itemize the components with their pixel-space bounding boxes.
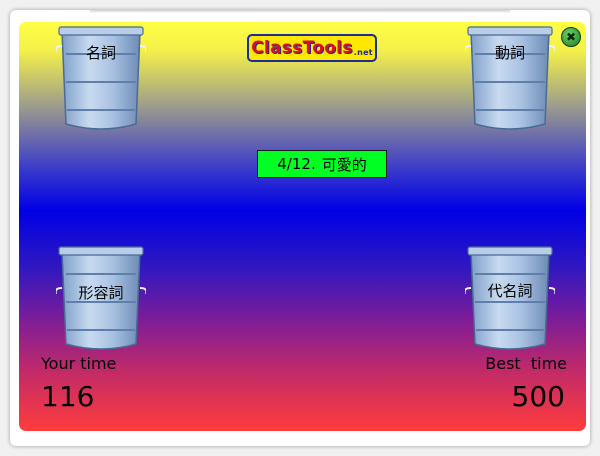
word-counter: 4/12. [277, 155, 316, 173]
bin-pronoun[interactable]: 代名詞 [465, 244, 555, 356]
word-text: 可愛的 [321, 155, 367, 174]
logo-text: ClassTools [251, 38, 353, 58]
current-word-card[interactable]: 4/12. 可愛的 [257, 150, 387, 178]
bin-label: 形容詞 [78, 284, 124, 302]
your-time-label: Your time [41, 354, 117, 373]
your-time-value: 116 [41, 380, 95, 413]
bin-adjective[interactable]: 形容詞 [56, 244, 146, 356]
bin-label: 名詞 [85, 44, 116, 62]
trash-can-icon [465, 26, 555, 130]
game-stage: 名詞 動詞 形容詞 代名詞 ClassTools .net 4/12. 可愛的 … [19, 22, 586, 431]
close-button[interactable]: ✖ [561, 27, 581, 47]
trash-can-icon [56, 26, 146, 130]
frame-highlight [90, 10, 510, 13]
classtools-logo[interactable]: ClassTools .net [247, 34, 377, 62]
best-time-label: Best time [485, 354, 567, 373]
best-time-value: 500 [511, 380, 565, 413]
bin-verb[interactable]: 動詞 [465, 24, 555, 136]
bin-label: 動詞 [494, 44, 525, 62]
logo-suffix: .net [353, 47, 373, 57]
close-icon: ✖ [565, 30, 577, 44]
bin-label: 代名詞 [487, 282, 533, 300]
bin-noun[interactable]: 名詞 [56, 24, 146, 136]
